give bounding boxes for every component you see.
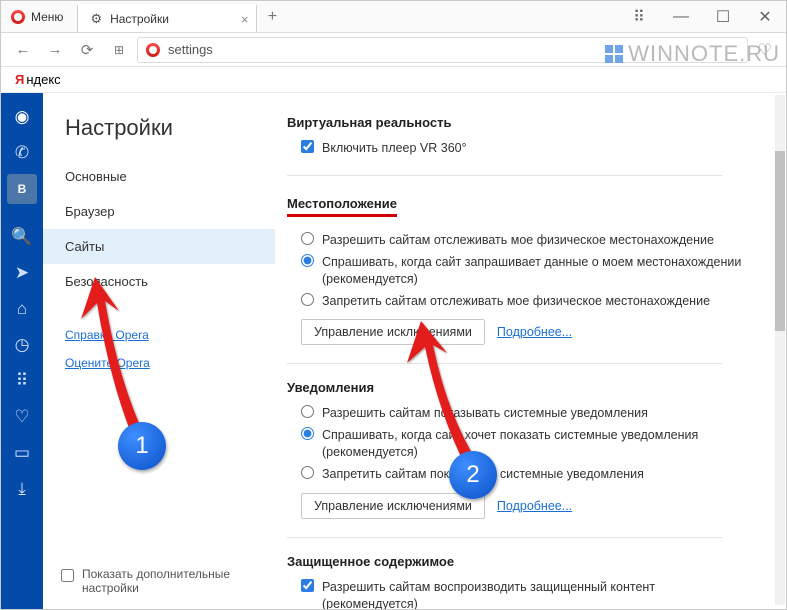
site-identity-icon (146, 43, 160, 57)
vr-option-row[interactable]: Включить плеер VR 360° (301, 140, 752, 157)
notif-more-link[interactable]: Подробнее... (497, 499, 572, 513)
loc-radio-deny[interactable] (301, 293, 314, 306)
rail-download-icon[interactable]: ⤓ (1, 471, 43, 507)
loc-more-link[interactable]: Подробнее... (497, 325, 572, 339)
close-window-icon[interactable]: ✕ (744, 1, 786, 32)
forward-icon[interactable]: → (41, 36, 69, 64)
section-protected-title: Защищенное содержимое (287, 554, 752, 569)
vr-checkbox[interactable] (301, 140, 314, 153)
watermark-text: WINNOTE.RU (628, 41, 780, 67)
menu-label: Меню (31, 10, 63, 24)
app-menu-button[interactable]: Меню (1, 1, 73, 32)
notif-radio-deny[interactable] (301, 466, 314, 479)
notif-radio-ask[interactable] (301, 427, 314, 440)
notif-option-deny[interactable]: Запретить сайтам показывать системные ув… (301, 466, 752, 483)
show-advanced-checkbox[interactable] (61, 569, 74, 582)
show-advanced-row[interactable]: Показать дополнительные настройки (43, 553, 275, 609)
gear-icon: ⚙ (90, 11, 102, 27)
annotation-badge-1: 1 (118, 422, 166, 470)
reload-icon[interactable]: ⟳ (73, 36, 101, 64)
yandex-bar[interactable]: Яндекс (1, 67, 786, 93)
speed-dial-icon[interactable]: ⊞ (105, 36, 133, 64)
win-extra-icon[interactable]: ⠿ (618, 1, 660, 32)
show-advanced-label: Показать дополнительные настройки (82, 567, 257, 595)
notif-exceptions-button[interactable]: Управление исключениями (301, 493, 485, 519)
loc-radio-allow[interactable] (301, 232, 314, 245)
yandex-letter: Я (15, 72, 24, 87)
rail-messenger-icon[interactable]: ◉ (1, 99, 43, 135)
section-vr-title: Виртуальная реальность (287, 115, 752, 130)
prot-option-row[interactable]: Разрешить сайтам воспроизводить защищенн… (301, 579, 752, 609)
notif-option-allow[interactable]: Разрешить сайтам показывать системные ув… (301, 405, 752, 422)
address-text: settings (168, 42, 213, 57)
rail-send-icon[interactable]: ➤ (1, 255, 43, 291)
rail-vk-icon[interactable]: B (7, 174, 37, 204)
rail-search-icon[interactable]: 🔍 (1, 219, 43, 255)
maximize-icon[interactable]: ☐ (702, 1, 744, 32)
new-tab-button[interactable]: + (257, 1, 287, 32)
rail-clock-icon[interactable]: ◷ (1, 327, 43, 363)
rail-snapshot-icon[interactable]: ⌂ (1, 291, 43, 327)
rail-heart-icon[interactable]: ♡ (1, 399, 43, 435)
watermark: WINNOTE.RU (605, 41, 780, 67)
rail-box-icon[interactable]: ▭ (1, 435, 43, 471)
prot-checkbox[interactable] (301, 579, 314, 592)
scrollbar-thumb[interactable] (775, 151, 785, 331)
windows-logo-icon (605, 45, 623, 63)
tab-settings[interactable]: ⚙ Настройки × (77, 4, 257, 32)
left-rail: ◉ ✆ B 🔍 ➤ ⌂ ◷ ⠿ ♡ ▭ ⤓ (1, 93, 43, 609)
rail-sep (1, 207, 43, 219)
close-tab-icon[interactable]: × (241, 12, 249, 27)
vr-label: Включить плеер VR 360° (322, 140, 752, 157)
title-bar: Меню ⚙ Настройки × + ⠿ — ☐ ✕ (1, 1, 786, 33)
loc-option-allow[interactable]: Разрешить сайтам отслеживать мое физичес… (301, 232, 752, 249)
notif-radio-allow[interactable] (301, 405, 314, 418)
yandex-word: ндекс (26, 72, 60, 87)
loc-option-ask[interactable]: Спрашивать, когда сайт запрашивает данны… (301, 254, 752, 288)
settings-content: Виртуальная реальность Включить плеер VR… (275, 93, 786, 609)
sidebar-item-basic[interactable]: Основные (43, 159, 275, 194)
back-icon[interactable]: ← (9, 36, 37, 64)
notif-option-ask[interactable]: Спрашивать, когда сайт хочет показать си… (301, 427, 752, 461)
annotation-badge-2: 2 (449, 451, 497, 499)
minimize-icon[interactable]: — (660, 1, 702, 32)
sidebar-title: Настройки (43, 115, 275, 159)
sidebar-item-sites[interactable]: Сайты (43, 229, 275, 264)
annotation-arrow-2 (397, 319, 507, 479)
section-notifications-title: Уведомления (287, 380, 752, 395)
section-location-title: Местоположение (287, 196, 397, 217)
rail-grid-icon[interactable]: ⠿ (1, 363, 43, 399)
loc-radio-ask[interactable] (301, 254, 314, 267)
rail-whatsapp-icon[interactable]: ✆ (1, 135, 43, 171)
annotation-arrow-1 (75, 273, 175, 453)
tab-label: Настройки (110, 12, 169, 26)
sidebar-item-browser[interactable]: Браузер (43, 194, 275, 229)
window-controls: ⠿ — ☐ ✕ (618, 1, 786, 32)
loc-option-deny[interactable]: Запретить сайтам отслеживать мое физичес… (301, 293, 752, 310)
opera-logo-icon (11, 10, 25, 24)
